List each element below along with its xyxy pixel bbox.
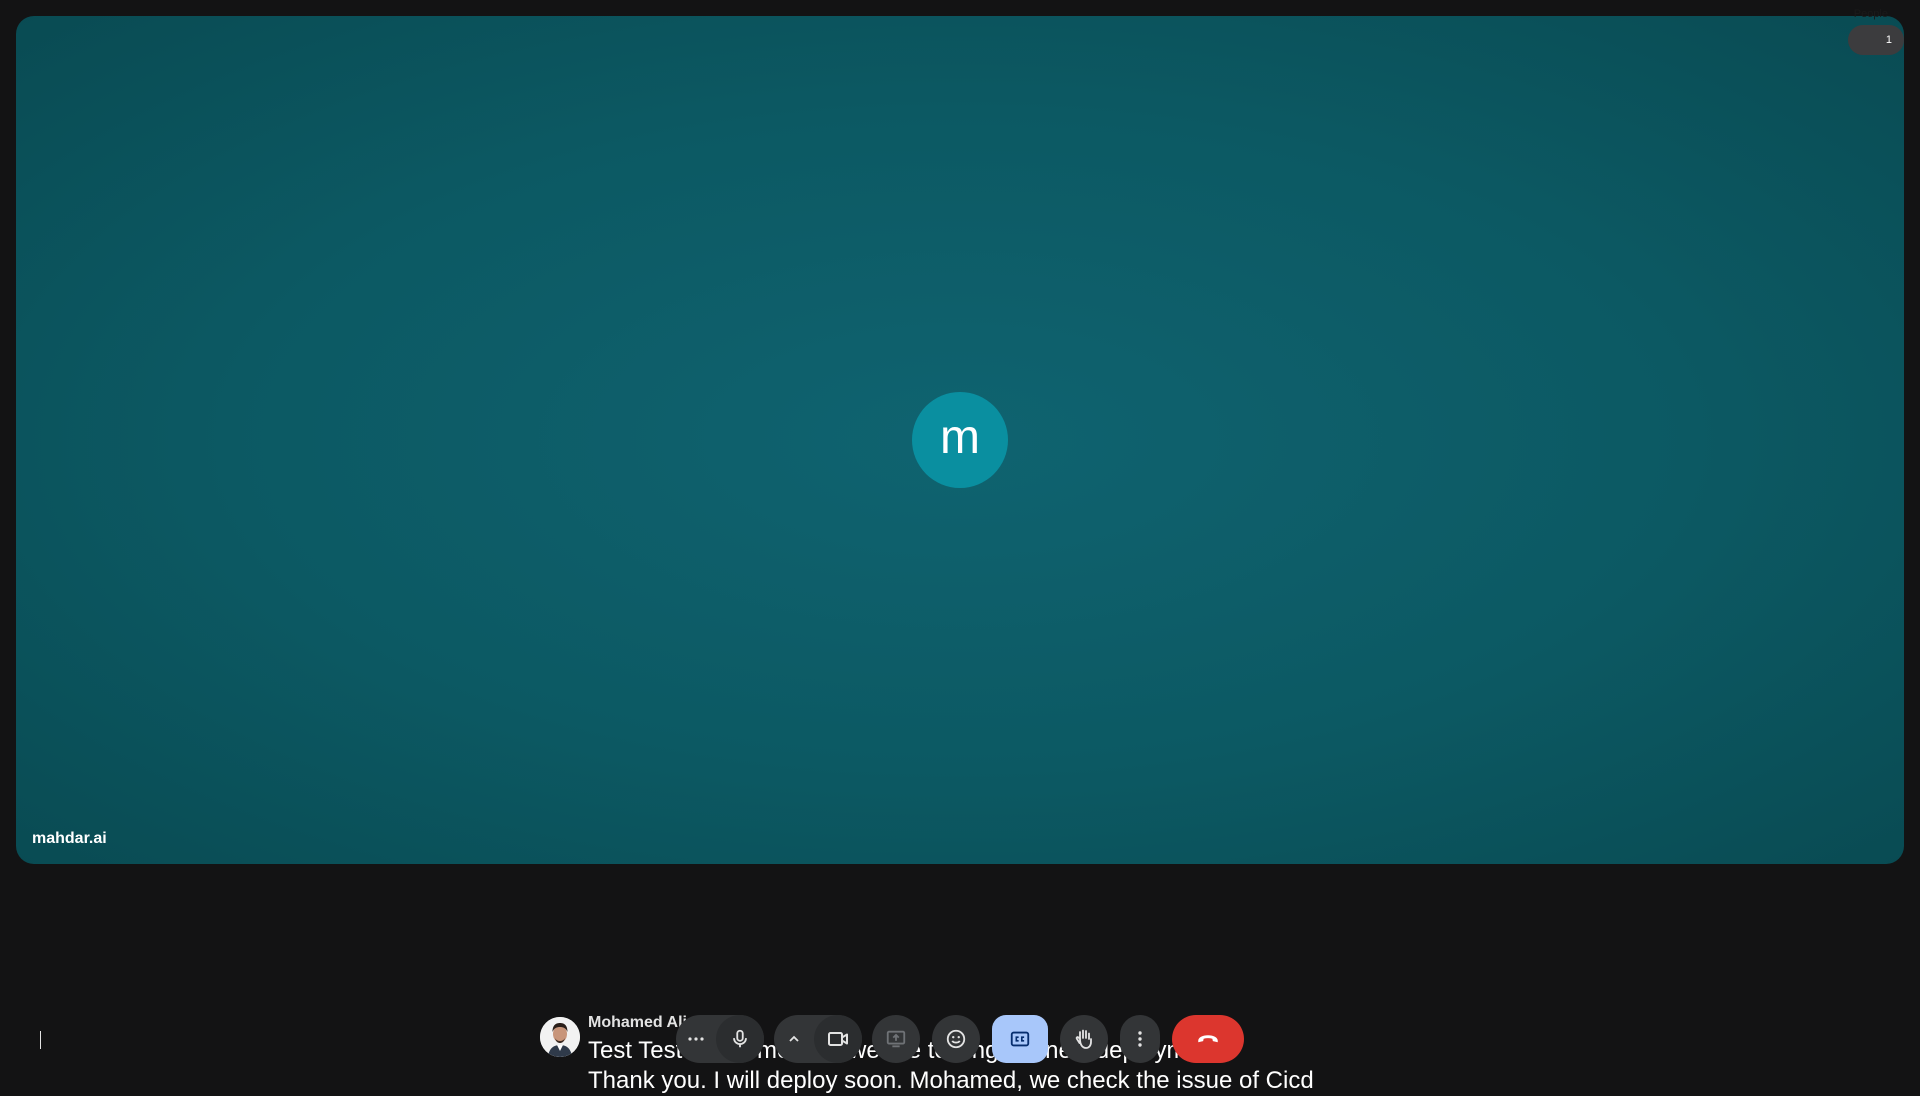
captions-button[interactable] bbox=[992, 1015, 1048, 1063]
speaker-avatar bbox=[540, 1017, 580, 1057]
more-horizontal-icon bbox=[688, 1037, 704, 1041]
microphone-button[interactable] bbox=[716, 1015, 764, 1063]
leave-call-button[interactable] bbox=[1172, 1015, 1244, 1063]
more-options-button[interactable] bbox=[1120, 1015, 1160, 1063]
microphone-icon bbox=[733, 1029, 747, 1048]
people-count-button[interactable]: 1 bbox=[1848, 25, 1904, 55]
caption-line: Thank you. I will deploy soon. Mohamed, … bbox=[588, 1067, 1314, 1094]
chevron-up-icon bbox=[789, 1035, 799, 1042]
audio-options-button[interactable] bbox=[676, 1015, 716, 1063]
video-options-button[interactable] bbox=[774, 1015, 814, 1063]
reactions-button[interactable] bbox=[932, 1015, 980, 1063]
camera-button[interactable] bbox=[814, 1015, 862, 1063]
video-camera-icon bbox=[828, 1032, 848, 1046]
emoji-icon bbox=[946, 1029, 966, 1049]
microphone-group bbox=[676, 1015, 764, 1063]
people-label: People bbox=[1853, 8, 1888, 20]
speaker-photo-icon bbox=[540, 1017, 580, 1057]
phone-hangup-icon bbox=[1198, 1035, 1218, 1043]
camera-group bbox=[774, 1015, 862, 1063]
caption-speaker-name: Mohamed Ali bbox=[588, 1014, 687, 1031]
participant-avatar: m bbox=[912, 392, 1008, 488]
present-screen-icon bbox=[886, 1030, 906, 1048]
people-count: 1 bbox=[1885, 34, 1892, 46]
closed-captions-icon bbox=[1010, 1031, 1030, 1047]
present-screen-button[interactable] bbox=[872, 1015, 920, 1063]
more-vertical-icon bbox=[1138, 1031, 1142, 1047]
text-caret bbox=[40, 1031, 41, 1049]
participant-name: mahdar.ai bbox=[32, 830, 107, 847]
call-controls-bar bbox=[676, 1015, 1244, 1063]
raise-hand-button[interactable] bbox=[1060, 1015, 1108, 1063]
participant-tile: m mahdar.ai bbox=[16, 16, 1904, 864]
hand-icon bbox=[1075, 1029, 1092, 1049]
